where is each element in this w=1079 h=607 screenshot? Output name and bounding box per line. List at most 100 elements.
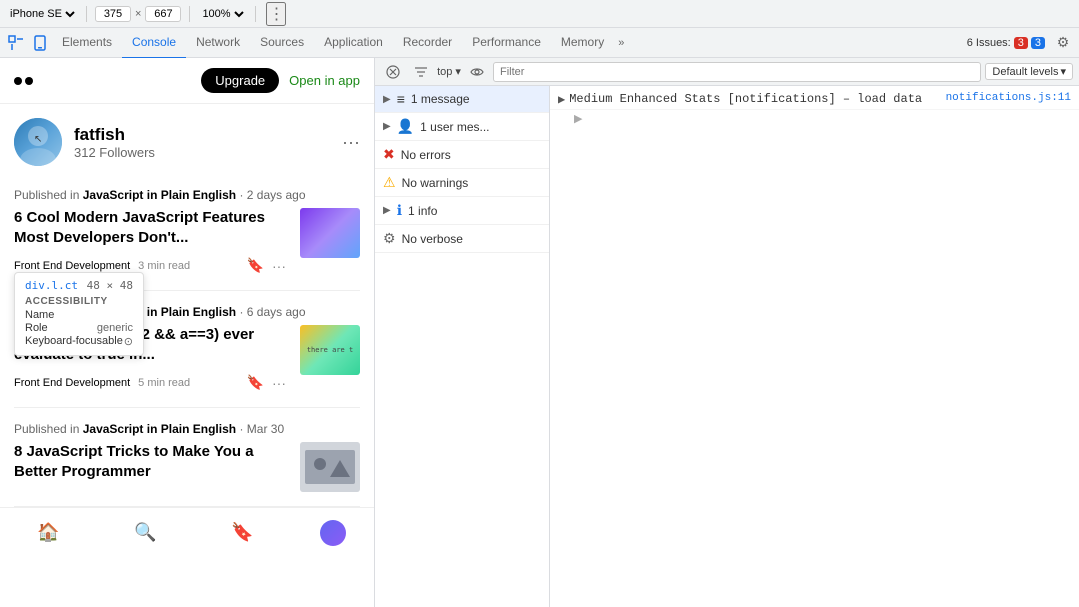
article-row-1: 6 Cool Modern JavaScript Features Most D…: [14, 208, 360, 276]
tab-memory[interactable]: Memory: [551, 27, 614, 59]
article-title-3[interactable]: 8 JavaScript Tricks to Make You a Better…: [14, 442, 288, 481]
console-log-line: ▶ Medium Enhanced Stats [notifications] …: [550, 90, 1079, 110]
sidebar-warnings-label: No warnings: [402, 176, 469, 190]
tab-application[interactable]: Application: [314, 27, 393, 59]
element-tooltip: div.l.ct 48 × 48 ACCESSIBILITY Name Role…: [14, 272, 144, 356]
issues-red-count: 3: [1014, 37, 1028, 49]
article-time-2: 6 days ago: [247, 305, 306, 319]
clear-console-button[interactable]: [381, 60, 405, 84]
article-thumb-2: there are t: [300, 325, 360, 375]
profile-more-button[interactable]: ···: [342, 132, 360, 153]
tab-console[interactable]: Console: [122, 27, 186, 59]
dimension-x: ×: [135, 8, 141, 20]
console-line-arrow[interactable]: ▶: [558, 92, 565, 107]
article-tag-1: Front End Development: [14, 260, 130, 272]
article-title-1[interactable]: 6 Cool Modern JavaScript Features Most D…: [14, 208, 288, 247]
tooltip-row-name: Name: [25, 309, 133, 321]
sidebar-user-label: 1 user mes...: [420, 120, 489, 134]
article-row-3: 8 JavaScript Tricks to Make You a Better…: [14, 442, 360, 492]
sidebar-info[interactable]: ▶ ℹ 1 info: [375, 197, 549, 225]
sidebar-error-icon: ✖: [383, 146, 395, 163]
tabs-more-button[interactable]: »: [614, 37, 628, 49]
settings-button[interactable]: ⚙: [1051, 31, 1075, 55]
sidebar-user-messages[interactable]: ▶ 👤 1 user mes...: [375, 113, 549, 141]
console-filter-input[interactable]: [493, 62, 981, 82]
sidebar-all-messages[interactable]: ▶ ≡ 1 message: [375, 86, 549, 113]
tooltip-dimensions: 48 × 48: [87, 279, 133, 292]
issues-badge[interactable]: 6 Issues: 3 3: [961, 37, 1051, 49]
default-levels-button[interactable]: Default levels ▾: [985, 63, 1073, 80]
tab-sources[interactable]: Sources: [250, 27, 314, 59]
bottom-nav: 🏠 🔍 🔖: [0, 507, 374, 557]
width-input[interactable]: 375: [95, 6, 131, 22]
article-publication-3: JavaScript in Plain English: [83, 422, 236, 436]
sidebar-errors[interactable]: ✖ No errors: [375, 141, 549, 169]
profile-area: ↖ fatfish 312 Followers ···: [0, 104, 374, 174]
tab-network[interactable]: Network: [186, 27, 250, 59]
issues-blue-count: 3: [1031, 37, 1045, 49]
tab-elements[interactable]: Elements: [52, 27, 122, 59]
zoom-select[interactable]: 100% 75% 50%: [198, 7, 247, 21]
device-select[interactable]: iPhone SE: [6, 7, 78, 21]
console-line-location[interactable]: notifications.js:11: [946, 92, 1071, 104]
bookmark-button-1[interactable]: 🔖: [245, 255, 266, 276]
sidebar-info-icon: ℹ: [397, 202, 402, 219]
sidebar-all-label: 1 message: [411, 92, 470, 106]
sidebar-user-icon: 👤: [397, 118, 414, 135]
nav-avatar[interactable]: [320, 520, 346, 546]
article-read-time-2: 5 min read: [138, 377, 190, 389]
separator3: [255, 6, 256, 22]
avatar-wrap: ↖: [14, 118, 62, 166]
separator2: [189, 6, 190, 22]
article-actions-2: 🔖 ···: [245, 372, 288, 393]
bookmark-button-2[interactable]: 🔖: [245, 372, 266, 393]
upgrade-button[interactable]: Upgrade: [201, 68, 279, 93]
tooltip-label-keyboard: Keyboard-focusable: [25, 335, 123, 348]
eye-button[interactable]: [465, 60, 489, 84]
more-button-2[interactable]: ···: [270, 372, 288, 393]
top-context-button[interactable]: top ▾: [437, 60, 461, 84]
tab-performance[interactable]: Performance: [462, 27, 551, 59]
thumb-image-3: [300, 442, 360, 492]
filter-toggle-button[interactable]: [409, 60, 433, 84]
open-in-app-button[interactable]: Open in app: [289, 73, 360, 88]
logo-dot1: [14, 77, 22, 85]
tooltip-row-role: Role generic: [25, 322, 133, 334]
more-button-1[interactable]: ···: [270, 255, 288, 276]
inspect-element-button[interactable]: [4, 31, 28, 55]
medium-logo: [14, 77, 33, 85]
more-options-button[interactable]: ⋮: [266, 2, 286, 26]
sidebar-list-icon: ≡: [397, 91, 405, 107]
sidebar-warn-icon: ⚠: [383, 174, 396, 191]
devtools-panel: top ▾ Default levels ▾ ▶ ≡ 1 mes: [375, 58, 1079, 607]
medium-app: Upgrade Open in app: [0, 58, 374, 607]
console-line-text: Medium Enhanced Stats [notifications] – …: [569, 92, 945, 106]
tab-recorder[interactable]: Recorder: [393, 27, 462, 59]
article-content-1: 6 Cool Modern JavaScript Features Most D…: [14, 208, 288, 276]
article-thumb-1: [300, 208, 360, 258]
article-read-time-1: 3 min read: [138, 260, 190, 272]
devtools-tabsbar: Elements Console Network Sources Applica…: [0, 28, 1079, 58]
inspect-icon: [8, 35, 24, 51]
thumb-code-text: there are t: [307, 346, 353, 354]
sidebar-info-label: 1 info: [408, 204, 437, 218]
tooltip-val-role: generic: [97, 322, 133, 334]
nav-home-button[interactable]: 🏠: [29, 513, 69, 553]
device-icon: [32, 35, 48, 51]
sidebar-warnings[interactable]: ⚠ No warnings: [375, 169, 549, 197]
devtools-console-area: ▶ ≡ 1 message ▶ 👤 1 user mes... ✖ No err…: [375, 86, 1079, 607]
mobile-panel: Upgrade Open in app: [0, 58, 375, 607]
nav-search-button[interactable]: 🔍: [126, 513, 166, 553]
console-main: ▶ Medium Enhanced Stats [notifications] …: [550, 86, 1079, 607]
eye-icon: [470, 65, 484, 79]
default-levels-label: Default levels: [992, 66, 1058, 78]
device-selector[interactable]: iPhone SE: [6, 7, 78, 21]
console-sidebar: ▶ ≡ 1 message ▶ 👤 1 user mes... ✖ No err…: [375, 86, 550, 607]
sidebar-info-expand: ▶: [383, 205, 391, 216]
height-input[interactable]: 667: [145, 6, 181, 22]
sidebar-verbose[interactable]: ⚙ No verbose: [375, 225, 549, 253]
nav-bookmark-button[interactable]: 🔖: [223, 513, 263, 553]
device-toggle-button[interactable]: [28, 31, 52, 55]
logo-dot2: [25, 77, 33, 85]
article-content-3: 8 JavaScript Tricks to Make You a Better…: [14, 442, 288, 489]
